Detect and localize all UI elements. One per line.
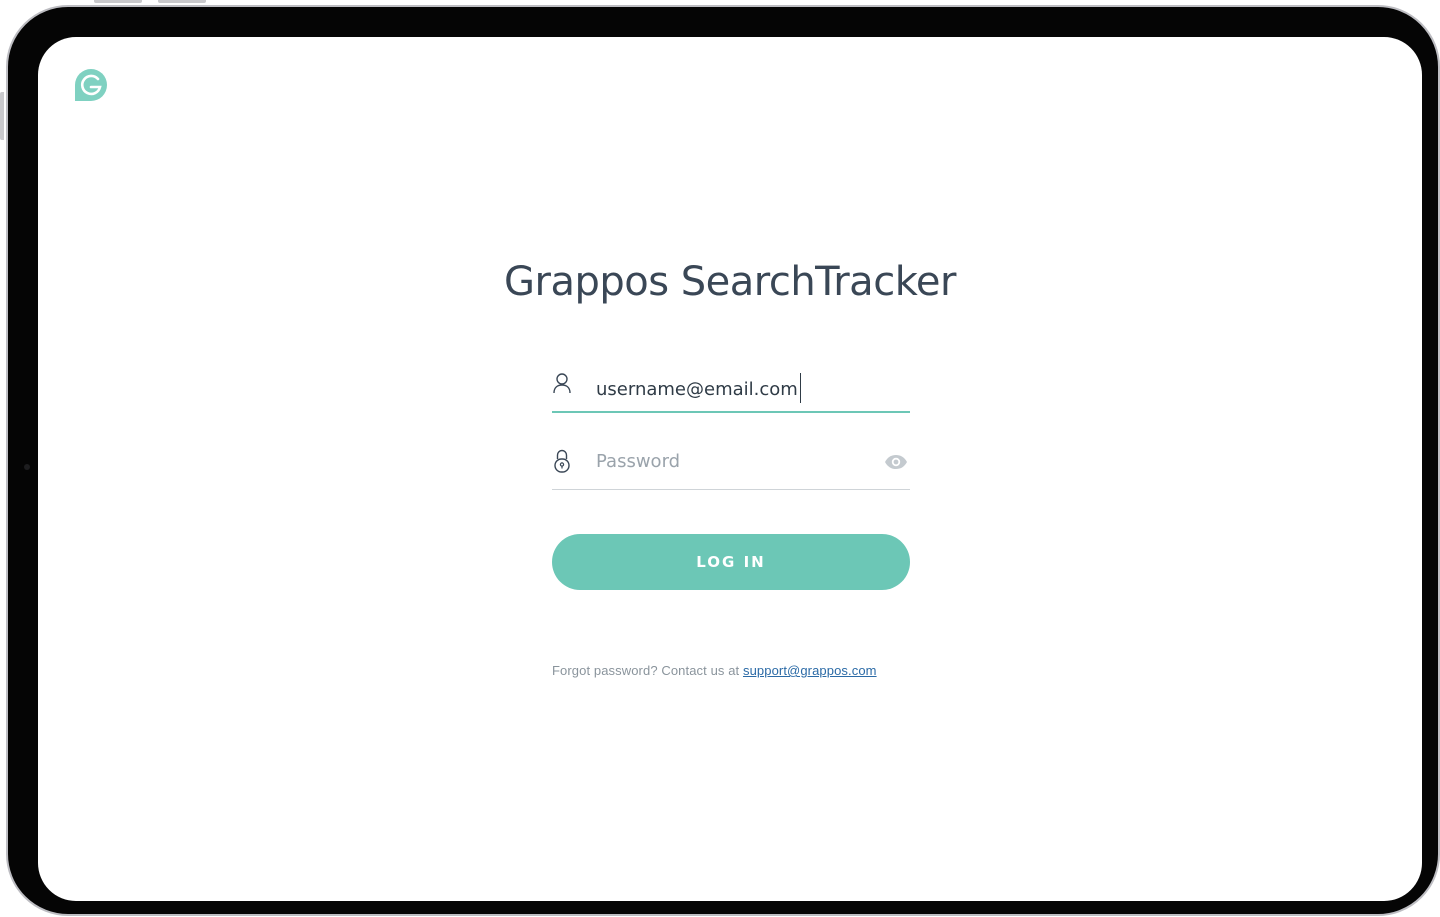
eye-icon[interactable] [884,454,908,470]
lock-icon [552,448,572,474]
email-input[interactable]: username@email.com [596,373,802,403]
login-button[interactable]: LOG IN [552,534,910,590]
power-button [0,92,4,140]
forgot-password-label: Forgot password? Contact us at [552,663,740,678]
tablet-frame: Grappos SearchTracker username@email.com [6,5,1440,916]
grappos-logo-icon[interactable] [74,68,108,102]
front-camera [24,464,30,470]
login-screen: Grappos SearchTracker username@email.com [38,37,1422,901]
email-field[interactable]: username@email.com [552,363,910,413]
forgot-password-text: Forgot password? Contact us at support@g… [552,663,910,678]
support-email-link[interactable]: support@grappos.com [743,663,877,678]
volume-down-button [158,0,206,3]
password-field[interactable] [552,440,910,490]
password-input[interactable] [596,446,866,476]
page-title: Grappos SearchTracker [504,259,956,305]
text-caret [799,373,802,403]
volume-up-button [94,0,142,3]
email-value: username@email.com [596,379,798,400]
user-icon [552,371,572,397]
